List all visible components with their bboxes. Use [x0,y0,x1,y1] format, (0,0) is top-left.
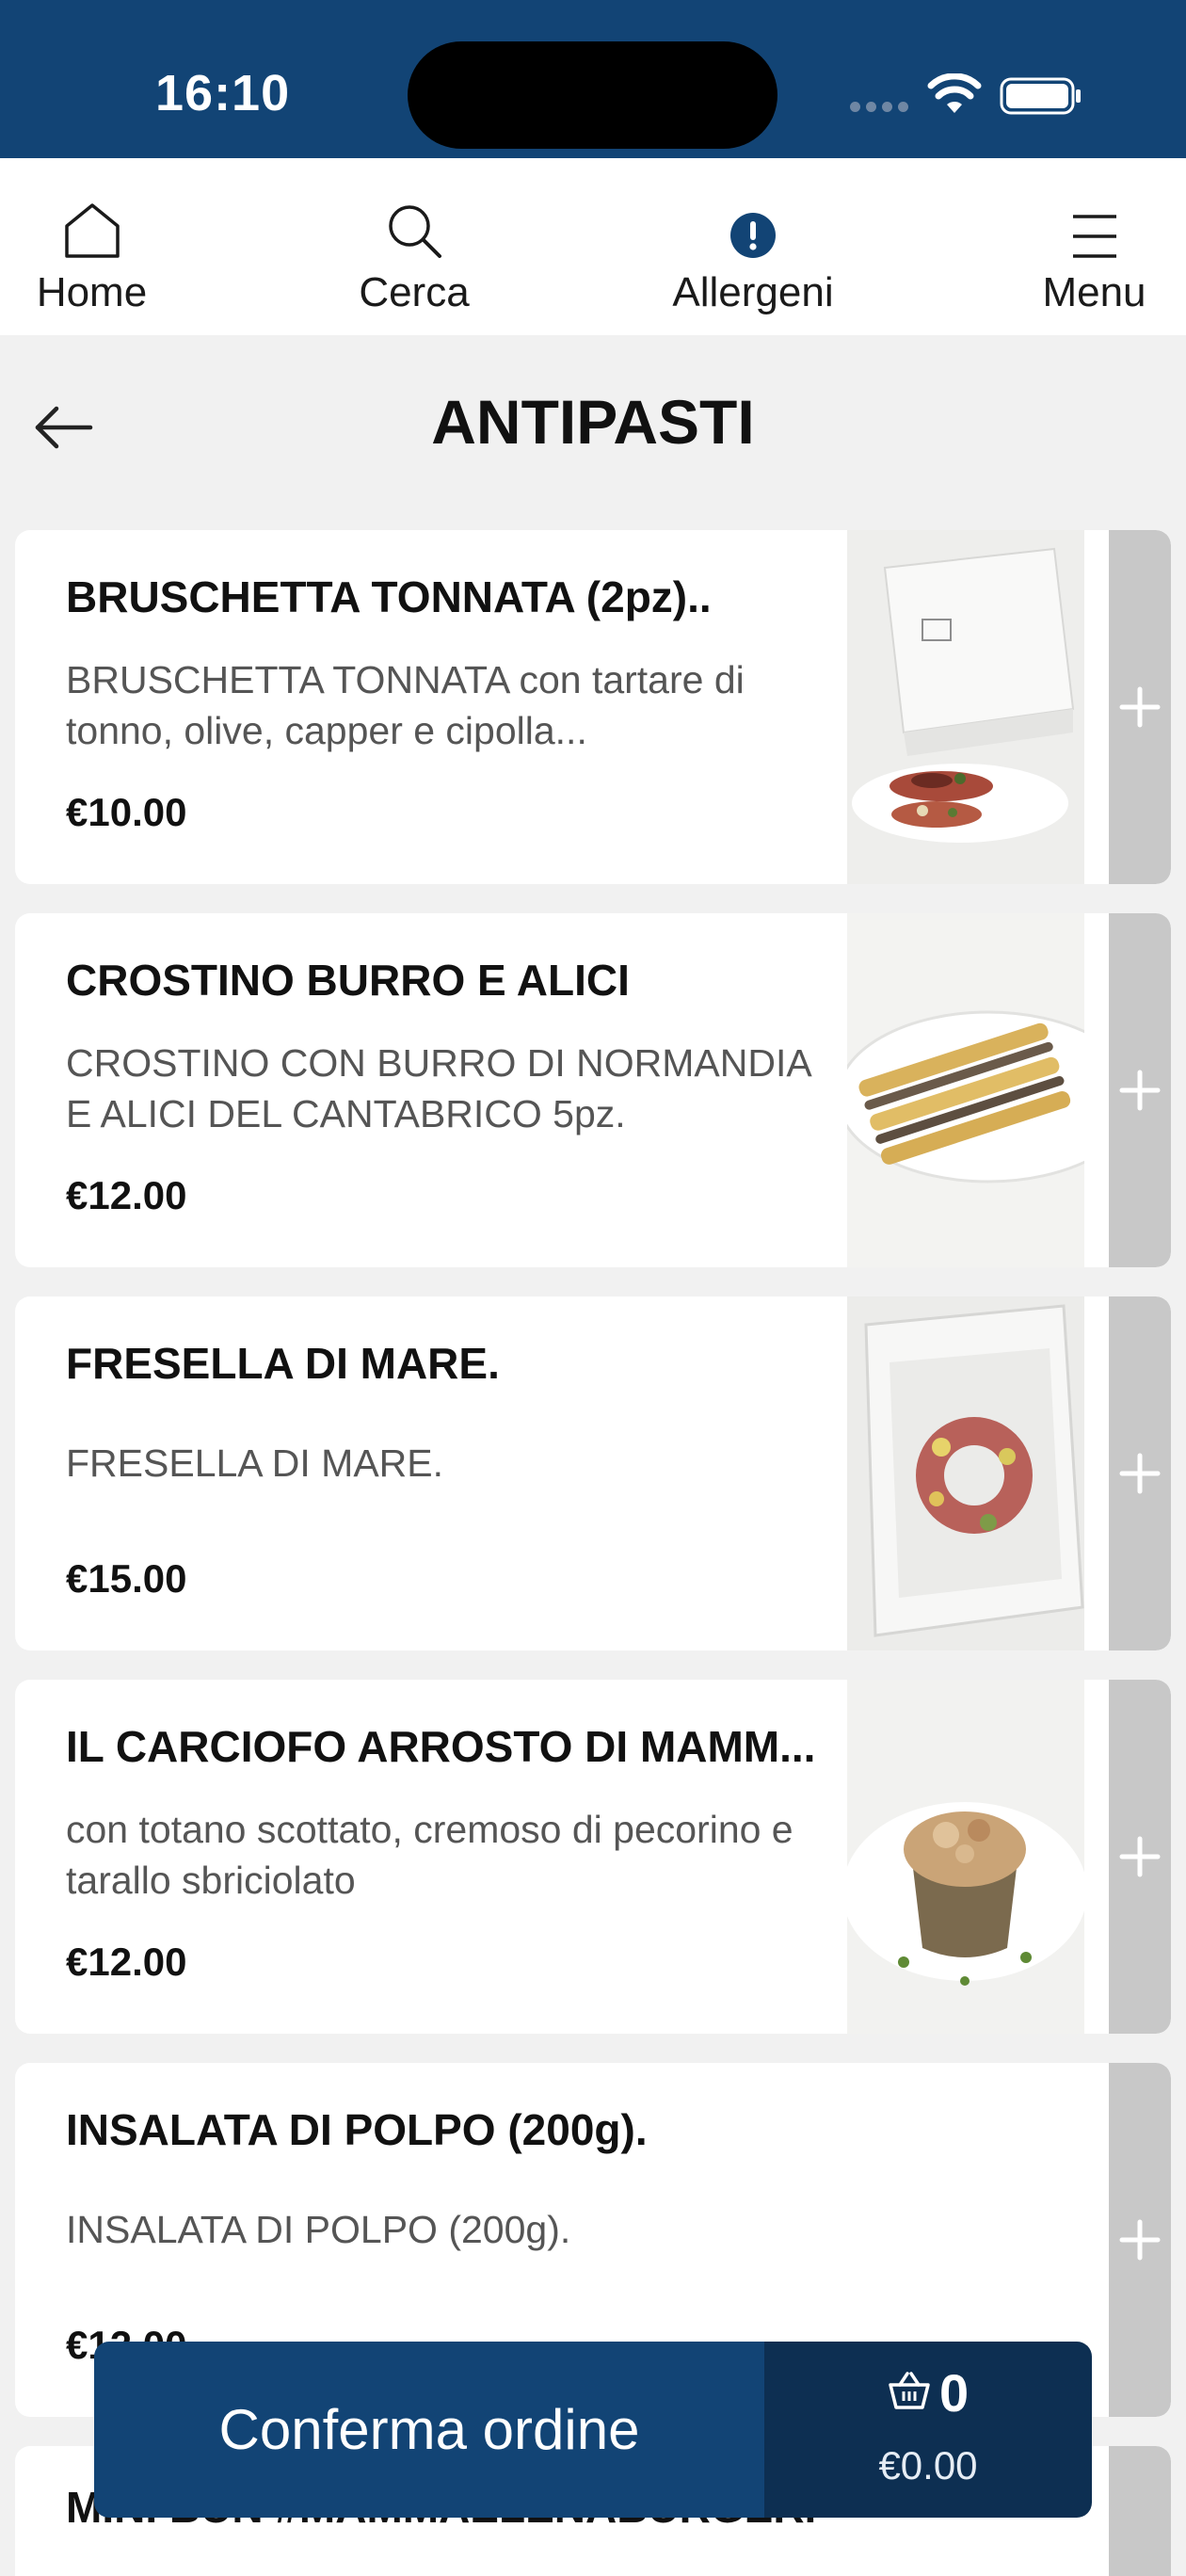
top-navigation: Home Cerca Allergeni Menu [0,158,1186,335]
nav-allergens-label: Allergeni [672,269,834,315]
add-to-cart-button[interactable] [1109,1680,1171,2034]
add-to-cart-button[interactable] [1109,1296,1171,1650]
product-card[interactable]: IL CARCIOFO ARROSTO DI MAMM... con totan… [15,1680,1171,2034]
carciofo-photo [847,1680,1084,2034]
product-price: €15.00 [66,1556,187,1601]
page-title: ANTIPASTI [431,387,755,457]
product-image[interactable] [847,530,1084,884]
fresella-photo [847,1296,1084,1650]
product-description: CROSTINO CON BURRO DI NORMANDIA E ALICI … [66,1041,810,1135]
add-to-cart-button[interactable] [1109,913,1171,1267]
status-time: 16:10 [155,65,291,121]
product-name: IL CARCIOFO ARROSTO DI MAMM... [66,1722,816,1771]
crostino-photo [847,913,1084,1267]
product-description: con totano scottato, cremoso di pecorino… [66,1808,793,1902]
order-bar: Conferma ordine 0 €0.00 [94,2342,1092,2518]
product-name: INSALATA DI POLPO (200g). [66,2105,648,2154]
product-name: FRESELLA DI MARE. [66,1339,500,1388]
plus-icon [1119,1070,1161,1111]
product-name: CROSTINO BURRO E ALICI [66,956,630,1005]
nav-allergens[interactable]: Allergeni [664,158,842,335]
plus-icon [1119,1836,1161,1877]
plus-icon [1119,2219,1161,2261]
search-icon [389,205,441,258]
product-price: €12.00 [66,1173,187,1217]
plus-icon [1119,686,1161,728]
plus-icon [1119,1453,1161,1494]
bruschetta-photo [847,530,1084,884]
product-name: BRUSCHETTA TONNATA (2pz).. [66,572,712,621]
cart-item-count: 0 [939,2363,970,2423]
add-to-cart-button[interactable] [1109,2446,1171,2576]
product-description: INSALATA DI POLPO (200g). [66,2208,571,2251]
product-image[interactable] [847,1680,1084,2034]
hamburger-menu-icon [1072,215,1116,258]
nav-search[interactable]: Cerca [348,158,480,335]
dynamic-island [408,41,777,149]
cart-summary[interactable]: 0 €0.00 [764,2342,1092,2518]
nav-home-label: Home [36,269,148,315]
nav-home[interactable]: Home [19,158,165,335]
wifi-icon [927,73,982,113]
add-to-cart-button[interactable] [1109,530,1171,884]
status-bar: 16:10 [0,0,1186,158]
confirm-order-button[interactable]: Conferma ordine [94,2342,764,2518]
alert-icon [730,213,776,258]
product-image[interactable] [847,913,1084,1267]
product-card[interactable]: BRUSCHETTA TONNATA (2pz).. BRUSCHETTA TO… [15,530,1171,884]
home-icon [64,203,120,258]
nav-menu-label: Menu [1042,269,1146,315]
product-description: BRUSCHETTA TONNATA con tartare di tonno,… [66,658,745,752]
battery-icon [1000,77,1081,115]
add-to-cart-button[interactable] [1109,2063,1171,2417]
product-image[interactable] [847,1296,1084,1650]
cellular-signal-icon [850,102,908,113]
product-card[interactable]: FRESELLA DI MARE. FRESELLA DI MARE. €15.… [15,1296,1171,1650]
basket-icon [889,2372,930,2409]
product-card[interactable]: CROSTINO BURRO E ALICI CROSTINO CON BURR… [15,913,1171,1267]
cart-total: €0.00 [878,2443,978,2487]
product-price: €12.00 [66,1940,187,1984]
product-price: €10.00 [66,790,187,834]
nav-menu[interactable]: Menu [1031,158,1158,335]
product-description: FRESELLA DI MARE. [66,1441,444,1485]
nav-search-label: Cerca [359,269,470,315]
